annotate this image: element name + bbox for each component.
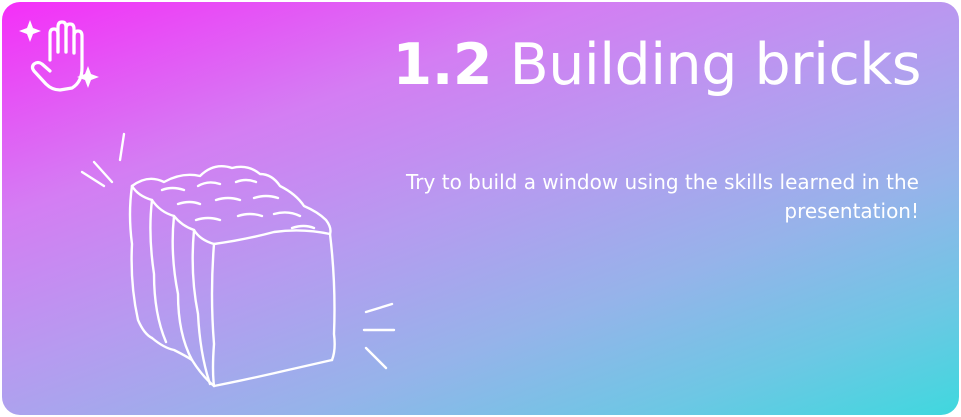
activity-card: 1.2 Building bricks Try to build a windo… (2, 2, 959, 415)
activity-description: Try to build a window using the skills l… (406, 170, 919, 223)
hand-with-sparkles-icon (19, 20, 99, 92)
title-text: Building bricks (509, 32, 922, 98)
title-number: 1.2 (392, 32, 493, 98)
brick-icon (80, 132, 396, 388)
page-title: 1.2 Building bricks (392, 30, 922, 100)
